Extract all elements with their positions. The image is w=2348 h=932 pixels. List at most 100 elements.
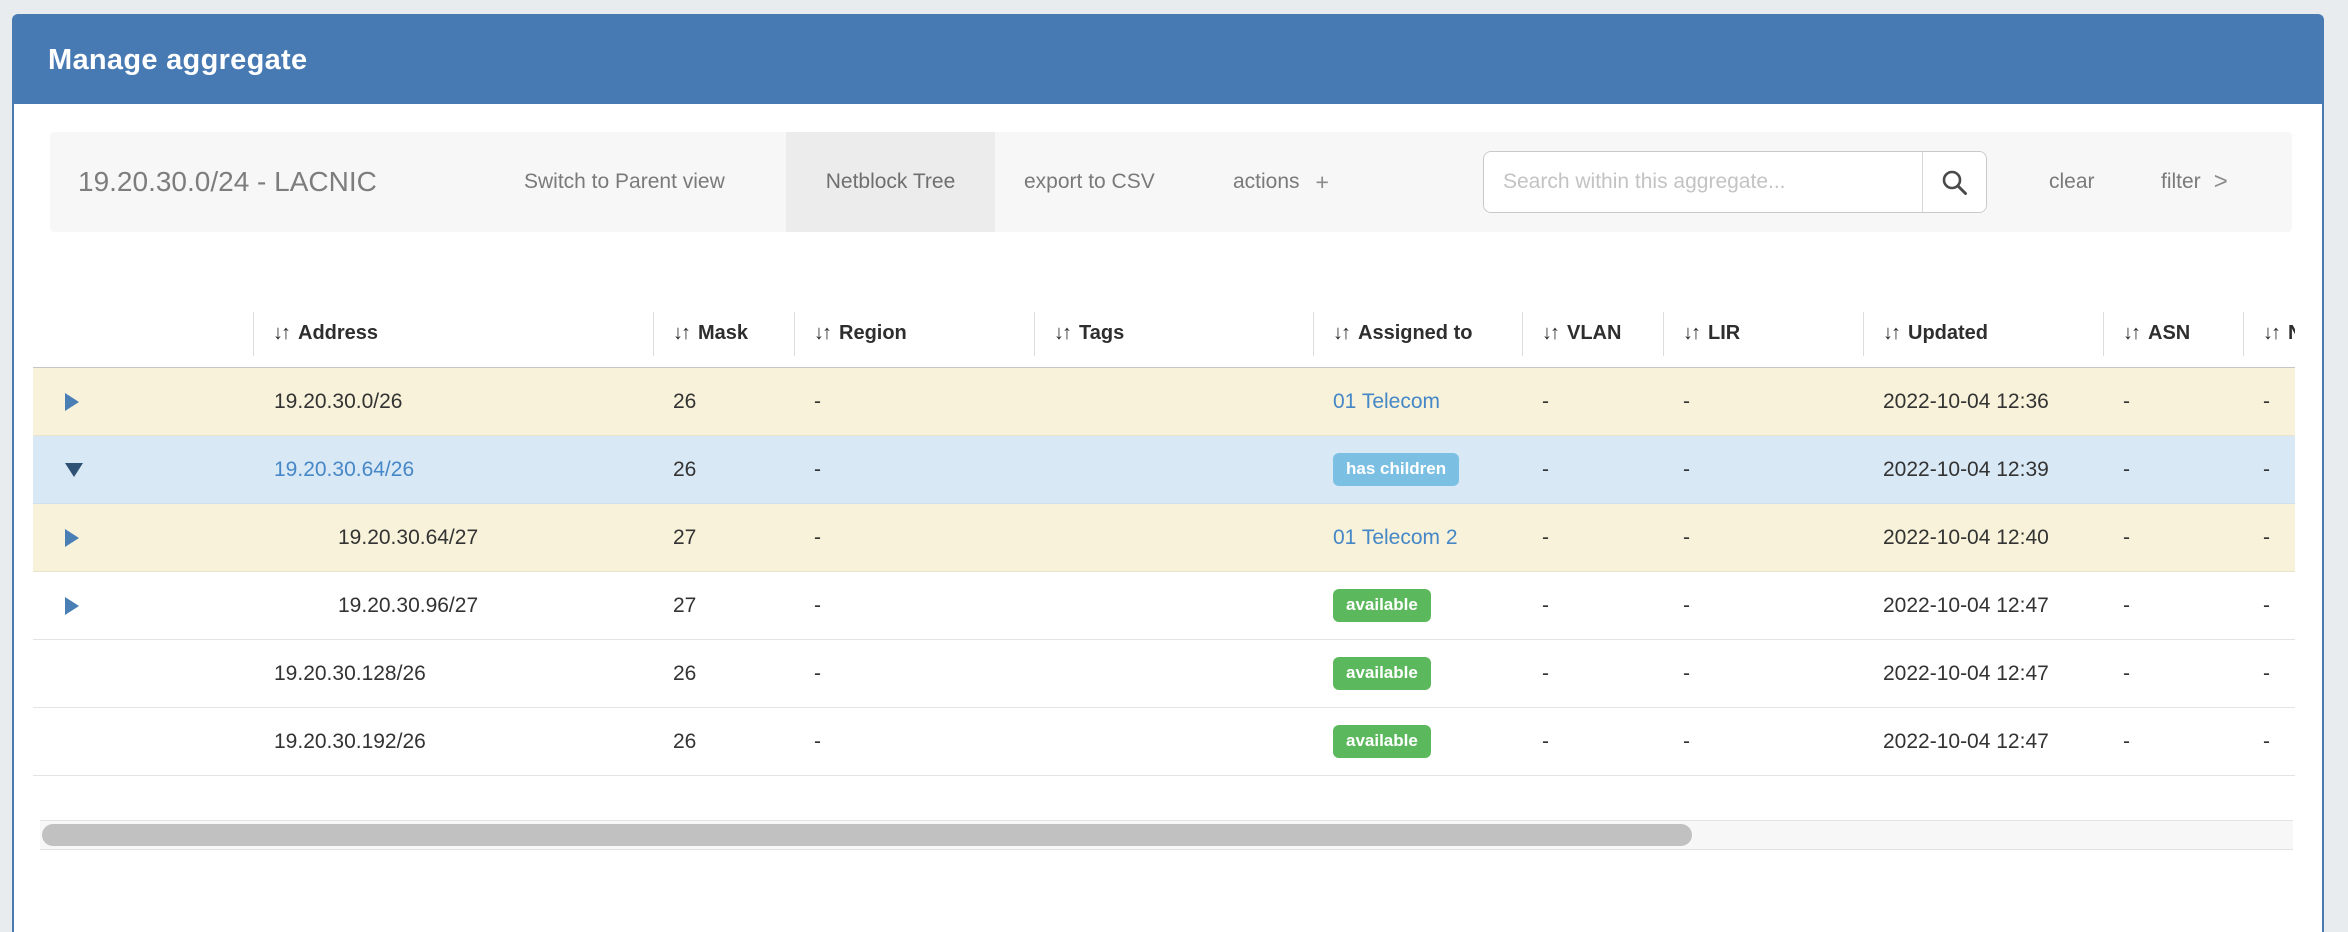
- updated-cell: 2022-10-04 12:47: [1863, 572, 2103, 639]
- table-header-row: ↓↑ Address ↓↑ Mask ↓↑ Region ↓↑ Tags ↓↑: [33, 300, 2295, 368]
- header-clipped[interactable]: ↓↑ N: [2243, 300, 2295, 367]
- updated-cell: 2022-10-04 12:40: [1863, 504, 2103, 571]
- extra-cell: -: [2243, 504, 2295, 571]
- table-row: 19.20.30.128/26 26 - available - - 2022-…: [33, 640, 2295, 708]
- titlebar: Manage aggregate: [14, 16, 2322, 104]
- mask-cell: 27: [653, 504, 794, 571]
- asn-cell: -: [2103, 368, 2243, 435]
- available-badge: available: [1333, 657, 1431, 689]
- collapse-icon: [65, 463, 83, 477]
- netblock-table-viewport: ↓↑ Address ↓↑ Mask ↓↑ Region ↓↑ Tags ↓↑: [33, 300, 2295, 776]
- header-vlan[interactable]: ↓↑ VLAN: [1522, 300, 1663, 367]
- manage-aggregate-panel: Manage aggregate 19.20.30.0/24 - LACNIC …: [12, 14, 2324, 932]
- region-cell: -: [794, 368, 1034, 435]
- available-badge: available: [1333, 725, 1431, 757]
- vlan-cell: -: [1522, 572, 1663, 639]
- header-assigned-to[interactable]: ↓↑ Assigned to: [1313, 300, 1522, 367]
- sort-icon: ↓↑: [1683, 322, 1699, 345]
- extra-cell: -: [2243, 436, 2295, 503]
- header-region[interactable]: ↓↑ Region: [794, 300, 1034, 367]
- address-cell: 19.20.30.96/27: [253, 572, 653, 639]
- assigned-cell: available: [1313, 708, 1522, 775]
- assigned-cell: available: [1313, 640, 1522, 707]
- tags-cell: [1034, 504, 1313, 571]
- address-cell: 19.20.30.128/26: [253, 640, 653, 707]
- table-row: 19.20.30.96/27 27 - available - - 2022-1…: [33, 572, 2295, 640]
- filter-button[interactable]: filter >: [2161, 132, 2228, 232]
- switch-to-parent-view-button[interactable]: Switch to Parent view: [524, 132, 725, 232]
- asn-cell: -: [2103, 708, 2243, 775]
- vlan-cell: -: [1522, 708, 1663, 775]
- aggregate-title: 19.20.30.0/24 - LACNIC: [78, 132, 377, 232]
- tags-cell: [1034, 572, 1313, 639]
- address-cell: 19.20.30.0/26: [253, 368, 653, 435]
- asn-cell: -: [2103, 572, 2243, 639]
- lir-cell: -: [1663, 572, 1863, 639]
- expand-icon: [65, 393, 79, 411]
- vlan-cell: -: [1522, 436, 1663, 503]
- header-asn[interactable]: ↓↑ ASN: [2103, 300, 2243, 367]
- header-tags[interactable]: ↓↑ Tags: [1034, 300, 1313, 367]
- updated-cell: 2022-10-04 12:47: [1863, 640, 2103, 707]
- expander-cell-empty: [33, 708, 253, 775]
- header-lir[interactable]: ↓↑ LIR: [1663, 300, 1863, 367]
- export-to-csv-button[interactable]: export to CSV: [1024, 132, 1155, 232]
- sort-icon: ↓↑: [814, 322, 830, 345]
- sort-icon: ↓↑: [2123, 322, 2139, 345]
- available-badge: available: [1333, 589, 1431, 621]
- filter-label: filter: [2161, 170, 2201, 194]
- actions-menu-button[interactable]: actions +: [1233, 132, 1329, 232]
- actions-label: actions: [1233, 170, 1300, 194]
- header-mask[interactable]: ↓↑ Mask: [653, 300, 794, 367]
- tab-netblock-tree[interactable]: Netblock Tree: [786, 132, 995, 232]
- tags-cell: [1034, 368, 1313, 435]
- expand-row-button[interactable]: [33, 504, 253, 571]
- vlan-cell: -: [1522, 504, 1663, 571]
- region-cell: -: [794, 436, 1034, 503]
- mask-cell: 27: [653, 572, 794, 639]
- header-address[interactable]: ↓↑ Address: [253, 300, 653, 367]
- search-input[interactable]: [1484, 152, 1922, 212]
- extra-cell: -: [2243, 708, 2295, 775]
- extra-cell: -: [2243, 572, 2295, 639]
- address-link[interactable]: 19.20.30.64/26: [274, 458, 414, 482]
- lir-cell: -: [1663, 436, 1863, 503]
- table-row: 19.20.30.64/26 26 - has children - - 202…: [33, 436, 2295, 504]
- sort-icon: ↓↑: [1883, 322, 1899, 345]
- address-cell: 19.20.30.64/26: [253, 436, 653, 503]
- assigned-cell: 01 Telecom 2: [1313, 504, 1522, 571]
- horizontal-scrollbar[interactable]: [40, 820, 2293, 850]
- tags-cell: [1034, 708, 1313, 775]
- netblock-table: ↓↑ Address ↓↑ Mask ↓↑ Region ↓↑ Tags ↓↑: [33, 300, 2295, 776]
- header-updated[interactable]: ↓↑ Updated: [1863, 300, 2103, 367]
- lir-cell: -: [1663, 640, 1863, 707]
- header-expander: [33, 300, 253, 367]
- sort-icon: ↓↑: [1054, 322, 1070, 345]
- vlan-cell: -: [1522, 368, 1663, 435]
- scrollbar-thumb[interactable]: [42, 824, 1692, 846]
- expand-row-button[interactable]: [33, 572, 253, 639]
- vlan-cell: -: [1522, 640, 1663, 707]
- assigned-cell: available: [1313, 572, 1522, 639]
- tags-cell: [1034, 436, 1313, 503]
- mask-cell: 26: [653, 708, 794, 775]
- has-children-badge: has children: [1333, 453, 1459, 485]
- search-button[interactable]: [1922, 152, 1986, 212]
- expand-row-button[interactable]: [33, 368, 253, 435]
- extra-cell: -: [2243, 368, 2295, 435]
- assigned-link[interactable]: 01 Telecom 2: [1333, 526, 1458, 550]
- assigned-cell: 01 Telecom: [1313, 368, 1522, 435]
- region-cell: -: [794, 708, 1034, 775]
- expand-icon: [65, 597, 79, 615]
- address-cell: 19.20.30.64/27: [253, 504, 653, 571]
- lir-cell: -: [1663, 368, 1863, 435]
- mask-cell: 26: [653, 368, 794, 435]
- sort-icon: ↓↑: [673, 322, 689, 345]
- updated-cell: 2022-10-04 12:47: [1863, 708, 2103, 775]
- sort-icon: ↓↑: [1333, 322, 1349, 345]
- collapse-row-button[interactable]: [33, 436, 253, 503]
- assigned-link[interactable]: 01 Telecom: [1333, 390, 1440, 414]
- toolbar: 19.20.30.0/24 - LACNIC Switch to Parent …: [50, 132, 2292, 232]
- assigned-cell: has children: [1313, 436, 1522, 503]
- clear-button[interactable]: clear: [2049, 132, 2095, 232]
